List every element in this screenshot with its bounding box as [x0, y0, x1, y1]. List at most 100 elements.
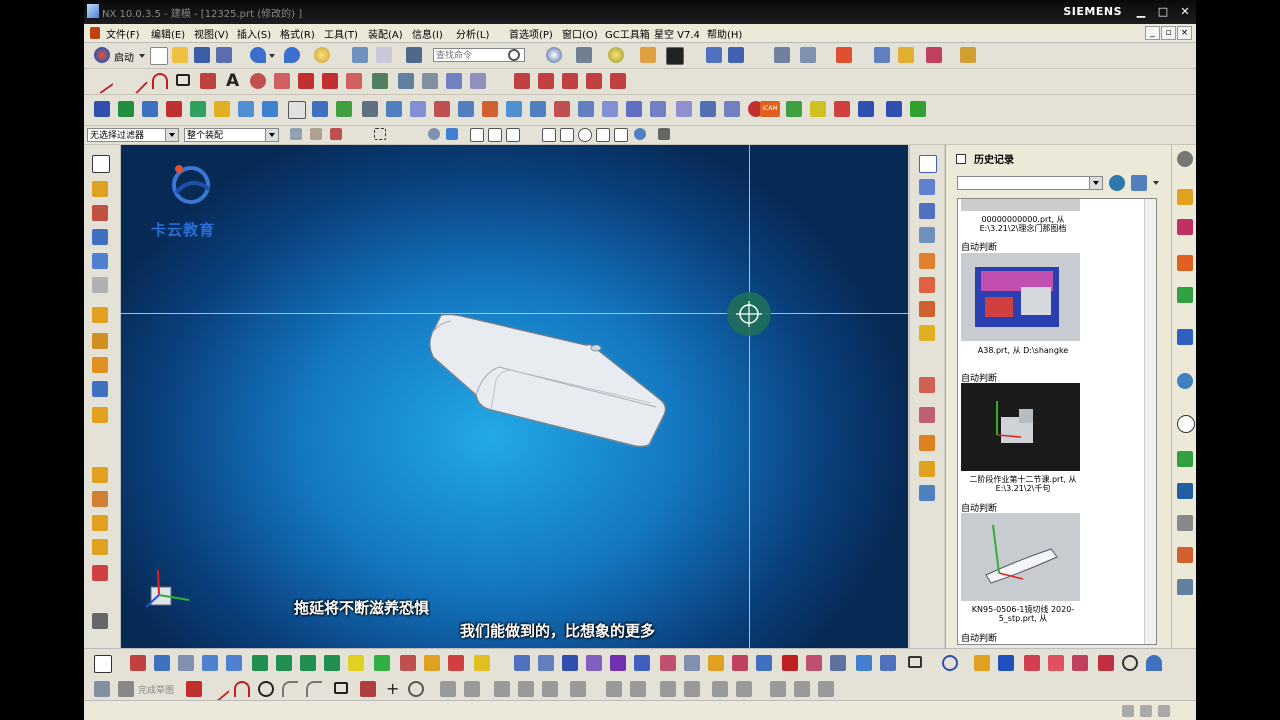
edit-object-display-icon[interactable] [684, 655, 700, 671]
gear-icon[interactable] [1177, 151, 1193, 167]
menu-view[interactable]: 视图(V) [194, 26, 229, 41]
wave-icon[interactable] [92, 565, 108, 581]
lasso-icon[interactable] [974, 655, 990, 671]
snap-existing-point-icon[interactable] [634, 128, 646, 140]
layer-settings-icon[interactable] [800, 47, 816, 63]
block-icon[interactable] [92, 181, 108, 197]
finish-sketch-icon[interactable] [118, 681, 134, 697]
refresh-icon[interactable] [1109, 175, 1125, 191]
wrap-icon[interactable] [1072, 655, 1088, 671]
snap-settings-icon[interactable] [658, 128, 670, 140]
mdi-restore-button[interactable]: ▫ [1161, 26, 1176, 40]
system-materials-icon[interactable] [1177, 373, 1193, 389]
sketch-constraint-icon[interactable] [606, 681, 622, 697]
nx-menu-icon[interactable] [90, 27, 100, 39]
expression-icon[interactable] [856, 655, 872, 671]
history-filter-dropdown[interactable] [957, 176, 1103, 190]
cone-icon[interactable] [92, 229, 108, 245]
electrode-icon[interactable] [834, 101, 850, 117]
extrude-icon[interactable] [94, 101, 110, 117]
constraint-navigator-icon[interactable] [1177, 219, 1193, 235]
bounded-plane-icon[interactable] [919, 301, 935, 317]
history-file-3[interactable]: KN95-0506-1镜切线 2020-5_stp.prt, 从 [958, 605, 1088, 623]
step-forward-icon[interactable] [324, 655, 340, 671]
sketch-show-constraints-icon[interactable] [660, 681, 676, 697]
trim-curve-icon[interactable] [514, 73, 530, 89]
color-icon[interactable] [708, 655, 724, 671]
through-mesh-icon[interactable] [919, 203, 935, 219]
shell-icon[interactable] [458, 101, 474, 117]
sketch-corner-icon[interactable] [542, 681, 558, 697]
suppress-icon[interactable] [448, 655, 464, 671]
profile-icon[interactable] [186, 681, 202, 697]
box-select-icon[interactable] [374, 128, 386, 140]
history-thumbnail-3[interactable] [961, 513, 1080, 601]
shaded-icon[interactable] [608, 47, 624, 63]
sketch-pattern-icon[interactable] [464, 681, 480, 697]
sketch-icon[interactable] [92, 155, 110, 173]
patch-icon[interactable] [626, 101, 642, 117]
system-scene-icon[interactable] [1177, 451, 1193, 467]
update-icon[interactable] [348, 655, 364, 671]
menu-preferences[interactable]: 首选项(P) [509, 26, 553, 41]
trim-sheet-icon[interactable] [919, 435, 935, 451]
sketch-point-icon[interactable]: + [386, 679, 399, 698]
snap-control-icon[interactable] [506, 128, 520, 142]
layout-icon[interactable] [376, 47, 392, 63]
offset-region-icon[interactable] [92, 381, 108, 397]
snap-point-on-curve-icon[interactable] [614, 128, 628, 142]
snap-grid-icon[interactable] [1048, 655, 1064, 671]
minimize-button[interactable]: ▁ [1134, 5, 1148, 18]
mdi-close-button[interactable]: × [1177, 26, 1192, 40]
line-icon[interactable] [90, 70, 114, 94]
process-studio-icon[interactable] [1177, 515, 1193, 531]
smooth-curve-icon[interactable] [610, 73, 626, 89]
snap-intersection-icon[interactable] [542, 128, 556, 142]
scale-body-icon[interactable] [92, 407, 108, 423]
blue-bracket-icon[interactable] [998, 655, 1014, 671]
menu-analysis[interactable]: 分析(L) [456, 26, 489, 41]
n-sided-surface-icon[interactable] [919, 253, 935, 269]
command-finder-icon[interactable] [406, 47, 422, 63]
assembly-navigator-icon[interactable] [1177, 189, 1193, 205]
menu-file[interactable]: 文件(F) [106, 26, 140, 41]
swept-icon[interactable] [919, 227, 935, 243]
sketch-alternate-icon[interactable] [736, 681, 752, 697]
snap-midpoint-icon[interactable] [488, 128, 502, 142]
info-object-icon[interactable] [178, 655, 194, 671]
background-icon[interactable] [666, 47, 684, 65]
split-body-icon[interactable] [530, 101, 546, 117]
sketch-dimension-icon[interactable] [570, 681, 586, 697]
save-icon[interactable] [194, 47, 210, 63]
boss-icon[interactable] [166, 101, 182, 117]
datum-icon[interactable] [836, 47, 852, 63]
orient-view-icon[interactable] [546, 47, 562, 63]
rib-icon[interactable] [92, 333, 108, 349]
ruler-icon[interactable] [960, 47, 976, 63]
face-blend-icon[interactable] [919, 377, 935, 393]
undo-dropdown-icon[interactable] [269, 54, 275, 58]
rectangle-select-icon[interactable] [908, 656, 922, 668]
view-mode-icon[interactable] [1131, 175, 1147, 191]
arrow-right-green-icon[interactable] [276, 655, 292, 671]
sketch-trim-icon[interactable] [494, 681, 510, 697]
move-icon[interactable] [130, 655, 146, 671]
selection-filter-dropdown[interactable]: 无选择过滤器 [87, 128, 179, 142]
show-icon[interactable] [756, 655, 772, 671]
start-icon[interactable] [94, 47, 110, 63]
text-a-icon[interactable]: A [226, 71, 239, 91]
save-as-icon[interactable] [216, 47, 232, 63]
synchronous-icon[interactable] [724, 101, 740, 117]
chamfer-icon[interactable] [434, 101, 450, 117]
rectangle-icon[interactable] [176, 74, 190, 86]
render-sphere-icon[interactable] [314, 47, 330, 63]
menu-information[interactable]: 信息(I) [412, 26, 443, 41]
measure-distance-icon[interactable] [514, 655, 530, 671]
curve-icon[interactable] [274, 73, 290, 89]
sketch-auto-constraint-icon[interactable] [630, 681, 646, 697]
revolve-icon[interactable] [118, 101, 134, 117]
new-file-icon[interactable] [150, 47, 168, 65]
sketch-rectangle-icon[interactable] [334, 682, 348, 694]
wcs-icon[interactable] [706, 47, 722, 63]
ug-tools-icon[interactable] [92, 613, 108, 629]
